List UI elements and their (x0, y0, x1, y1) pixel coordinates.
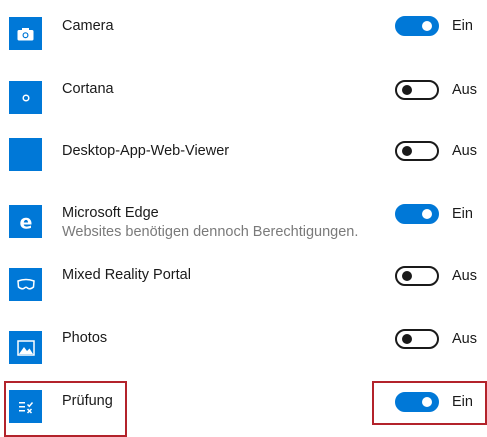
app-name: Mixed Reality Portal (62, 267, 191, 283)
edge-icon: e (9, 205, 42, 238)
toggle-state-label: Ein (452, 206, 473, 222)
app-name: Microsoft Edge (62, 205, 159, 221)
cortana-icon (9, 81, 42, 114)
app-name: Photos (62, 330, 108, 346)
mixed-reality-icon (9, 268, 42, 301)
camera-icon (9, 17, 42, 50)
toggle-knob (422, 397, 432, 407)
camera-toggle[interactable] (395, 16, 439, 36)
app-name: Prüfung (62, 393, 113, 409)
photos-icon (9, 331, 42, 364)
toggle-state-label: Aus (452, 331, 477, 347)
toggle-state-label: Aus (452, 82, 477, 98)
app-row-photos: Photos Aus (0, 310, 487, 372)
app-subtitle: Websites benötigen dennoch Berechtigunge… (62, 224, 359, 240)
toggle-state-label: Ein (452, 394, 473, 410)
blank-app-icon (9, 138, 42, 171)
toggle-knob (422, 209, 432, 219)
desktop-app-web-viewer-toggle[interactable] (395, 141, 439, 161)
mixed-reality-portal-toggle[interactable] (395, 266, 439, 286)
app-row-microsoft-edge: e Microsoft Edge Websites benötigen denn… (0, 186, 487, 248)
app-row-mixed-reality-portal: Mixed Reality Portal Aus (0, 248, 487, 310)
toggle-state-label: Aus (452, 268, 477, 284)
app-name: Camera (62, 18, 114, 34)
toggle-state-label: Aus (452, 143, 477, 159)
app-row-pruefung: Prüfung Ein (0, 372, 487, 434)
pruefung-toggle[interactable] (395, 392, 439, 412)
toggle-knob (402, 146, 412, 156)
microsoft-edge-toggle[interactable] (395, 204, 439, 224)
toggle-state-label: Ein (452, 18, 473, 34)
exam-icon (9, 390, 42, 423)
app-row-desktop-app-web-viewer: Desktop-App-Web-Viewer Aus (0, 124, 487, 186)
app-row-cortana: Cortana Aus (0, 62, 487, 124)
app-row-camera: Camera Ein (0, 0, 487, 62)
svg-text:e: e (19, 212, 32, 232)
app-name: Desktop-App-Web-Viewer (62, 143, 230, 159)
toggle-knob (422, 21, 432, 31)
toggle-knob (402, 271, 412, 281)
photos-toggle[interactable] (395, 329, 439, 349)
app-name: Cortana (62, 81, 114, 97)
toggle-knob (402, 85, 412, 95)
cortana-toggle[interactable] (395, 80, 439, 100)
toggle-knob (402, 334, 412, 344)
